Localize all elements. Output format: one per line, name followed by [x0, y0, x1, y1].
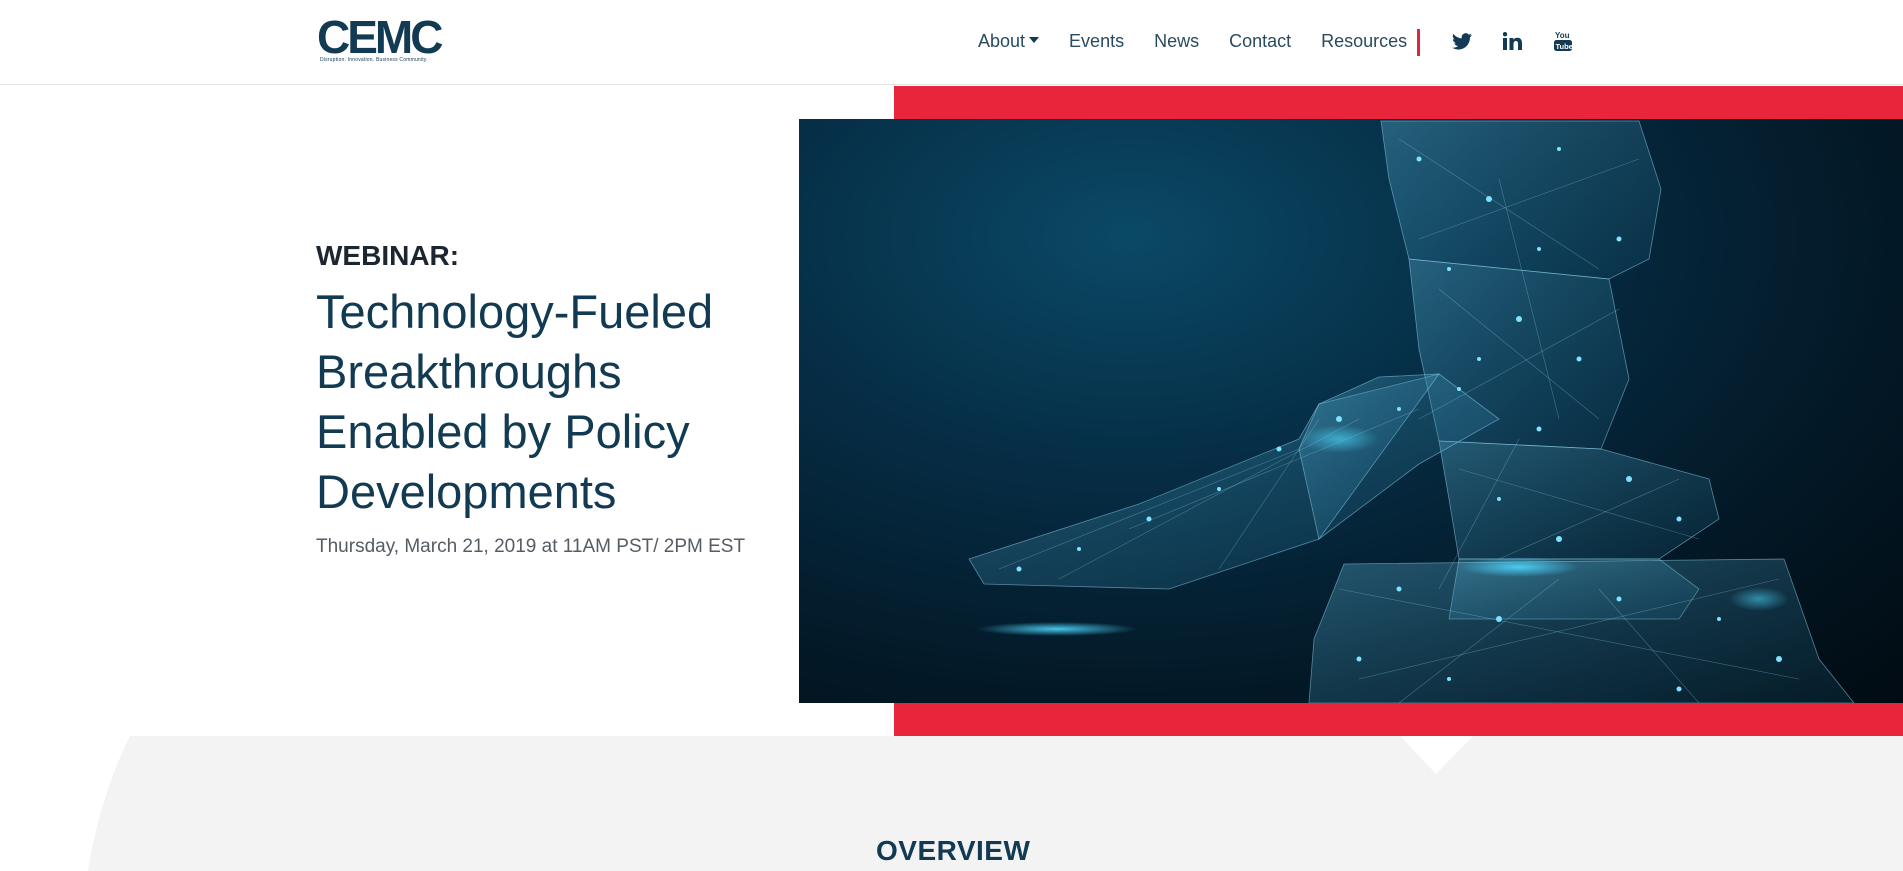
gavel-network-illustration	[799, 119, 1903, 703]
chevron-down-icon	[1029, 37, 1040, 43]
nav-divider	[1417, 29, 1420, 56]
logo-wordmark: CEMC	[317, 11, 443, 63]
hero-accent-band-bottom	[894, 703, 1903, 736]
youtube-icon[interactable]: You Tube	[1550, 28, 1576, 54]
nav-resources[interactable]: Resources	[1321, 31, 1407, 52]
linkedin-icon[interactable]	[1499, 28, 1525, 54]
svg-text:You: You	[1555, 31, 1570, 40]
nav-about-label: About	[978, 30, 1026, 51]
twitter-icon[interactable]	[1449, 28, 1475, 54]
overview-heading: OVERVIEW	[876, 835, 1031, 866]
nav-resources-label: Resources	[1321, 30, 1408, 51]
nav-contact[interactable]: Contact	[1229, 31, 1291, 52]
event-type-label: WEBINAR:	[316, 240, 460, 271]
logo-tagline: Disruption. Innovation. Business Communi…	[320, 57, 428, 63]
main-nav: About Events News Contact Resources	[978, 26, 1437, 56]
page-title: Technology-Fueled Breakthroughs Enabled …	[316, 285, 714, 518]
hero-accent-band-top	[894, 86, 1903, 119]
nav-events-label: Events	[1069, 30, 1125, 51]
nav-events[interactable]: Events	[1069, 31, 1124, 52]
svg-text:Tube: Tube	[1556, 42, 1573, 51]
nav-news-label: News	[1154, 30, 1200, 51]
site-header: CEMC Disruption. Innovation. Business Co…	[0, 0, 1903, 85]
cemc-logo[interactable]: CEMC Disruption. Innovation. Business Co…	[317, 11, 443, 66]
nav-news[interactable]: News	[1154, 31, 1199, 52]
nav-contact-label: Contact	[1229, 30, 1292, 51]
event-date: Thursday, March 21, 2019 at 11AM PST/ 2P…	[316, 536, 746, 557]
nav-about[interactable]: About	[978, 30, 1040, 52]
